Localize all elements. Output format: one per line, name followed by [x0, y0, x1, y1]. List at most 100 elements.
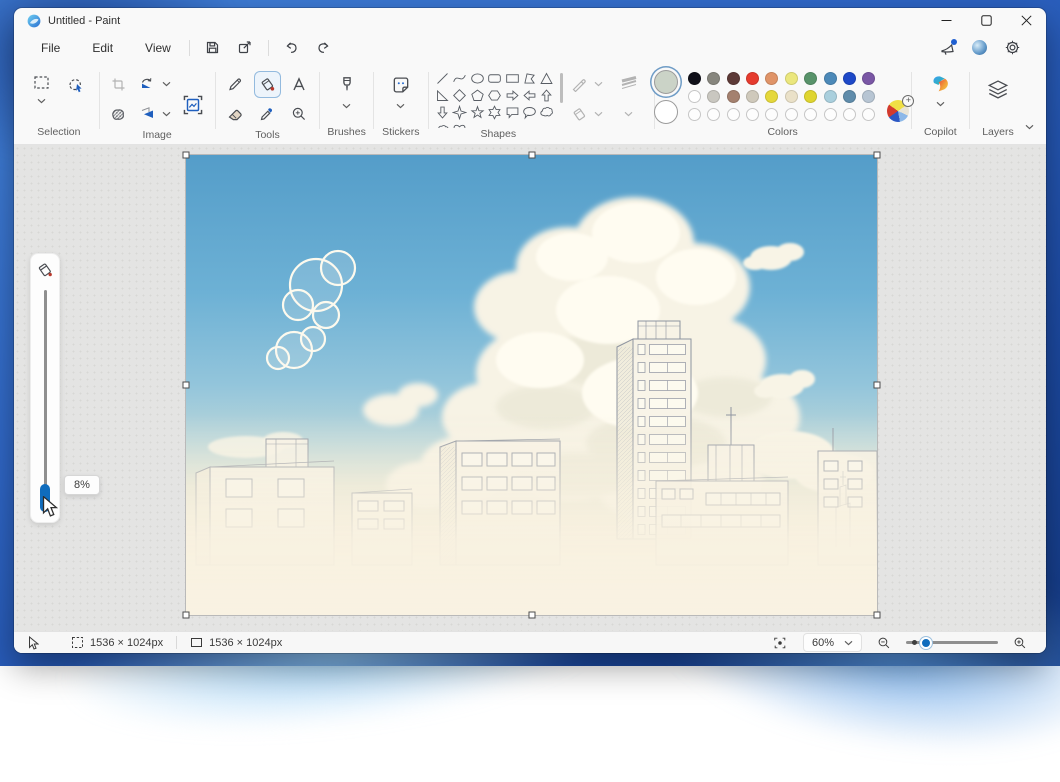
eraser-button[interactable]: [222, 101, 249, 128]
color-swatch-1-3[interactable]: [746, 90, 759, 103]
brushes-button[interactable]: [331, 69, 363, 101]
selection-handle[interactable]: [528, 612, 535, 619]
copilot-button[interactable]: [923, 69, 957, 99]
selection-handle[interactable]: [528, 152, 535, 159]
shape-cloud[interactable]: [434, 121, 451, 128]
rotate-options-chevron[interactable]: [161, 80, 172, 88]
background-removal-button[interactable]: [105, 101, 132, 128]
menu-edit[interactable]: Edit: [81, 38, 124, 58]
color-swatch-empty-0[interactable]: [688, 108, 701, 121]
color-swatch-0-2[interactable]: [727, 72, 740, 85]
selection-handle[interactable]: [183, 152, 190, 159]
zoom-slider-thumb[interactable]: [920, 637, 932, 649]
shape-curve[interactable]: [451, 70, 468, 87]
zoom-in-button[interactable]: [1010, 634, 1030, 652]
text-tool-button[interactable]: [286, 71, 313, 98]
rotate-button[interactable]: [134, 71, 161, 98]
shape-polygon[interactable]: [521, 70, 538, 87]
shape-triangle[interactable]: [538, 70, 555, 87]
color-swatch-1-7[interactable]: [824, 90, 837, 103]
minimize-button[interactable]: [926, 8, 966, 33]
shape-arrow-right[interactable]: [503, 87, 520, 104]
shape-thought-bubble[interactable]: [538, 104, 555, 121]
color-swatch-0-0[interactable]: [688, 72, 701, 85]
color-swatch-0-8[interactable]: [843, 72, 856, 85]
share-button[interactable]: [231, 36, 259, 60]
ribbon-collapse-button[interactable]: [1021, 114, 1038, 137]
shape-fill-button[interactable]: [566, 101, 593, 128]
color-swatch-0-3[interactable]: [746, 72, 759, 85]
shape-arrow-up[interactable]: [538, 87, 555, 104]
color-swatch-1-6[interactable]: [804, 90, 817, 103]
color-swatch-empty-3[interactable]: [746, 108, 759, 121]
undo-button[interactable]: [278, 36, 306, 60]
shape-speech-bubble[interactable]: [503, 104, 520, 121]
shape-arrow-left[interactable]: [521, 87, 538, 104]
color-swatch-1-1[interactable]: [707, 90, 720, 103]
selection-handle[interactable]: [874, 382, 881, 389]
close-button[interactable]: [1006, 8, 1046, 33]
copilot-chevron[interactable]: [935, 100, 946, 108]
maximize-button[interactable]: [966, 8, 1006, 33]
feedback-button[interactable]: [933, 36, 961, 60]
selection-handle[interactable]: [183, 612, 190, 619]
canvas-artwork[interactable]: [186, 155, 877, 615]
flip-options-chevron[interactable]: [161, 110, 172, 118]
edit-colors-button[interactable]: +: [887, 99, 911, 123]
color-swatch-0-9[interactable]: [862, 72, 875, 85]
magnifier-tool-button[interactable]: [286, 101, 313, 128]
fill-tolerance-track[interactable]: [44, 290, 47, 502]
shape-rounded-rectangle[interactable]: [486, 70, 503, 87]
shape-outline-button[interactable]: [566, 71, 593, 98]
color-swatch-empty-2[interactable]: [727, 108, 740, 121]
color-swatch-1-0[interactable]: [688, 90, 701, 103]
selection-options-chevron[interactable]: [36, 97, 47, 105]
shape-oval-speech-bubble[interactable]: [521, 104, 538, 121]
color-swatch-empty-1[interactable]: [707, 108, 720, 121]
color-swatch-empty-9[interactable]: [862, 108, 875, 121]
settings-button[interactable]: [998, 36, 1026, 60]
account-avatar[interactable]: [972, 40, 987, 55]
stickers-button[interactable]: [385, 69, 417, 101]
color-swatch-0-6[interactable]: [804, 72, 817, 85]
color-swatch-0-7[interactable]: [824, 72, 837, 85]
shape-diamond[interactable]: [451, 87, 468, 104]
color-swatch-1-9[interactable]: [862, 90, 875, 103]
color-swatch-empty-7[interactable]: [824, 108, 837, 121]
rectangle-select-button[interactable]: [28, 69, 55, 96]
selection-handle[interactable]: [874, 152, 881, 159]
color1-foreground[interactable]: [654, 70, 678, 94]
pencil-button[interactable]: [222, 71, 249, 98]
color-swatch-0-5[interactable]: [785, 72, 798, 85]
shape-star-four[interactable]: [451, 104, 468, 121]
shape-line[interactable]: [434, 70, 451, 87]
brushes-chevron[interactable]: [341, 102, 352, 110]
zoom-out-button[interactable]: [874, 634, 894, 652]
color-swatch-empty-5[interactable]: [785, 108, 798, 121]
selection-handle[interactable]: [874, 612, 881, 619]
shape-oval[interactable]: [469, 70, 486, 87]
shape-hexagon[interactable]: [486, 87, 503, 104]
line-size-button[interactable]: [612, 69, 646, 99]
shape-arrow-down[interactable]: [434, 104, 451, 121]
layers-button[interactable]: [981, 73, 1015, 107]
color-swatch-empty-6[interactable]: [804, 108, 817, 121]
zoom-slider[interactable]: [906, 636, 998, 650]
image-resize-button[interactable]: [176, 88, 210, 122]
shape-star-five[interactable]: [469, 104, 486, 121]
color-swatch-1-4[interactable]: [765, 90, 778, 103]
stickers-chevron[interactable]: [395, 102, 406, 110]
shape-heart[interactable]: [451, 121, 468, 128]
color-swatch-1-5[interactable]: [785, 90, 798, 103]
redo-button[interactable]: [310, 36, 338, 60]
selection-handle[interactable]: [183, 382, 190, 389]
shape-pentagon[interactable]: [469, 87, 486, 104]
color-swatch-empty-8[interactable]: [843, 108, 856, 121]
shape-star-six[interactable]: [486, 104, 503, 121]
size-chevron[interactable]: [623, 110, 634, 118]
save-button[interactable]: [199, 36, 227, 60]
crop-button[interactable]: [105, 71, 132, 98]
color-swatch-0-1[interactable]: [707, 72, 720, 85]
menu-file[interactable]: File: [30, 38, 71, 58]
color-swatch-empty-4[interactable]: [765, 108, 778, 121]
